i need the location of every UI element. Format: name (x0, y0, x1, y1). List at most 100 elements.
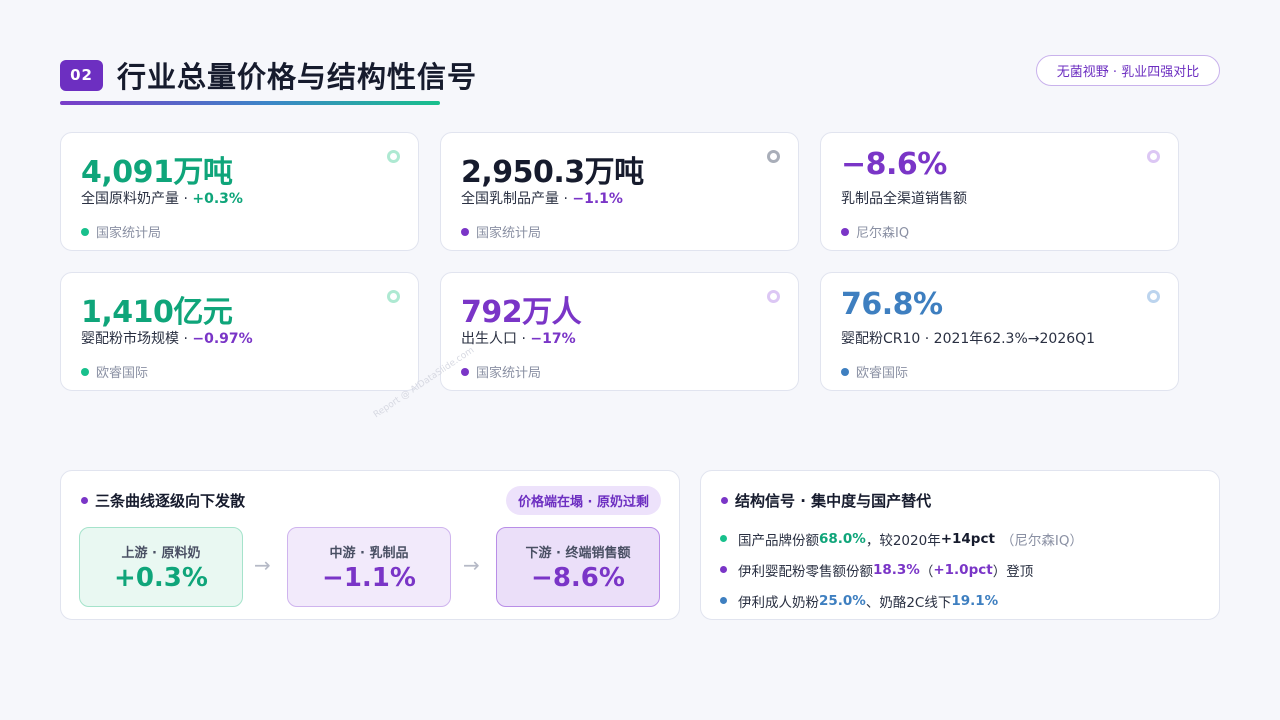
metric-change: −17% (530, 331, 576, 347)
ring-icon (767, 290, 780, 303)
stage-value: −8.6% (531, 562, 625, 593)
signal-source: （尼尔森IQ） (1000, 532, 1084, 549)
metric-source: 国家统计局 (81, 222, 161, 241)
metric-separator: · (517, 331, 531, 347)
page-title: 行业总量价格与结构性信号 (117, 60, 478, 94)
signal-value: +14pct (940, 530, 995, 547)
section-number-badge: 02 (60, 59, 103, 91)
stage-upstream: 上游 · 原料奶 +0.3% (79, 527, 243, 607)
metric-value: 2,950.3万吨 (461, 155, 644, 190)
source-dot-icon (841, 367, 849, 376)
source-label: 国家统计局 (476, 226, 542, 241)
stage-value: +0.3% (114, 562, 208, 593)
source-label: 尼尔森IQ (856, 226, 910, 241)
stage-value: −1.1% (322, 562, 416, 593)
signal-text: （ (919, 563, 934, 580)
divergence-panel: 三条曲线逐级向下发散 价格端在塌 · 原奶过剩 上游 · 原料奶 +0.3% →… (60, 470, 680, 620)
metric-card-births: 792万人 出生人口 · −17% 国家统计局 (440, 272, 799, 391)
signal-item: 伊利成人奶粉 25.0% 、奶酪2C线下 19.1% (720, 585, 1083, 616)
stage-label: 中游 · 乳制品 (329, 545, 409, 561)
panel-title-text: 结构信号 · 集中度与国产替代 (735, 492, 932, 510)
signal-list: 国产品牌份额 68.0% ，较2020年 +14pct （尼尔森IQ） 伊利婴配… (720, 523, 1083, 616)
signal-text: 伊利婴配粉零售额份额 (738, 563, 873, 580)
ring-icon (767, 150, 780, 163)
conclusion-pill: 价格端在塌 · 原奶过剩 (506, 486, 661, 515)
metric-value: 76.8% (841, 287, 943, 322)
signal-text: 、奶酪2C线下 (865, 594, 952, 611)
metric-separator: · (559, 191, 573, 207)
metric-change: +0.3% (192, 191, 243, 207)
metric-description: 全国乳制品产量 · −1.1% (461, 188, 623, 208)
metric-card-infant-formula-market: 1,410亿元 婴配粉市场规模 · −0.97% 欧睿国际 (60, 272, 419, 391)
metric-label: 乳制品全渠道销售额 (841, 191, 967, 207)
metric-source: 国家统计局 (461, 222, 541, 241)
metric-label: 婴配粉市场规模 (81, 331, 179, 347)
metric-source: 欧睿国际 (81, 362, 148, 381)
ring-icon (387, 150, 400, 163)
signal-text: ，较2020年 (865, 532, 941, 549)
metric-card-channel-sales: −8.6% 乳制品全渠道销售额 尼尔森IQ (820, 132, 1179, 251)
bullet-dot-icon (720, 535, 727, 542)
metric-source: 尼尔森IQ (841, 222, 909, 241)
bullet-dot-icon (720, 566, 727, 573)
panel-title-text: 三条曲线逐级向下发散 (95, 492, 246, 510)
metric-separator: · (179, 191, 193, 207)
metric-change: −0.97% (192, 331, 253, 347)
source-label: 欧睿国际 (96, 366, 149, 381)
signal-item: 国产品牌份额 68.0% ，较2020年 +14pct （尼尔森IQ） (720, 523, 1083, 554)
bullet-dot-icon (721, 497, 728, 504)
metric-change: −1.1% (572, 191, 623, 207)
signal-value: +1.0pct (933, 561, 993, 578)
metric-description: 全国原料奶产量 · +0.3% (81, 188, 243, 208)
metric-value: −8.6% (841, 147, 947, 182)
page-header: 02 行业总量价格与结构性信号 (60, 54, 477, 96)
source-dot-icon (81, 367, 89, 376)
structure-signals-panel: 结构信号 · 集中度与国产替代 国产品牌份额 68.0% ，较2020年 +14… (700, 470, 1220, 620)
signal-value: 68.0% (819, 530, 866, 547)
metric-description: 婴配粉市场规模 · −0.97% (81, 328, 253, 348)
signal-text: 国产品牌份额 (738, 532, 819, 549)
metric-description: 乳制品全渠道销售额 (841, 188, 967, 208)
panel-title: 结构信号 · 集中度与国产替代 (721, 490, 931, 511)
signal-value: 25.0% (819, 592, 866, 609)
source-dot-icon (81, 227, 89, 236)
source-label: 国家统计局 (96, 226, 162, 241)
panel-title: 三条曲线逐级向下发散 (81, 490, 245, 511)
metric-value: 4,091万吨 (81, 155, 233, 190)
source-dot-icon (461, 367, 469, 376)
ring-icon (387, 290, 400, 303)
metric-separator: · (179, 331, 193, 347)
arrow-right-icon: → (463, 553, 480, 577)
ring-icon (1147, 290, 1160, 303)
ring-icon (1147, 150, 1160, 163)
title-underline (60, 101, 440, 105)
signal-value: 19.1% (951, 592, 999, 609)
scope-tag: 无菌视野 · 乳业四强对比 (1036, 55, 1220, 86)
source-dot-icon (461, 227, 469, 236)
metric-description: 婴配粉CR10 · 2021年62.3%→2026Q1 (841, 328, 1095, 348)
source-label: 欧睿国际 (856, 366, 909, 381)
stage-label: 上游 · 原料奶 (121, 545, 201, 561)
metric-card-cr10: 76.8% 婴配粉CR10 · 2021年62.3%→2026Q1 欧睿国际 (820, 272, 1179, 391)
arrow-right-icon: → (254, 553, 271, 577)
stage-midstream: 中游 · 乳制品 −1.1% (287, 527, 451, 607)
metric-label: 全国原料奶产量 (81, 191, 179, 207)
source-label: 国家统计局 (476, 366, 542, 381)
signal-text: 伊利成人奶粉 (738, 594, 819, 611)
bullet-dot-icon (720, 597, 727, 604)
metric-source: 国家统计局 (461, 362, 541, 381)
metric-value: 792万人 (461, 295, 582, 330)
metric-card-raw-milk: 4,091万吨 全国原料奶产量 · +0.3% 国家统计局 (60, 132, 419, 251)
signal-value: 18.3% (873, 561, 920, 578)
signal-text: ）登顶 (992, 563, 1034, 580)
stage-downstream: 下游 · 终端销售额 −8.6% (496, 527, 660, 607)
bullet-dot-icon (81, 497, 88, 504)
source-dot-icon (841, 227, 849, 236)
metric-card-dairy-output: 2,950.3万吨 全国乳制品产量 · −1.1% 国家统计局 (440, 132, 799, 251)
metric-label: 全国乳制品产量 (461, 191, 559, 207)
metric-source: 欧睿国际 (841, 362, 908, 381)
metric-label: 出生人口 (461, 331, 517, 347)
metric-value: 1,410亿元 (81, 295, 233, 330)
metric-description: 出生人口 · −17% (461, 328, 576, 348)
stage-label: 下游 · 终端销售额 (525, 545, 631, 561)
